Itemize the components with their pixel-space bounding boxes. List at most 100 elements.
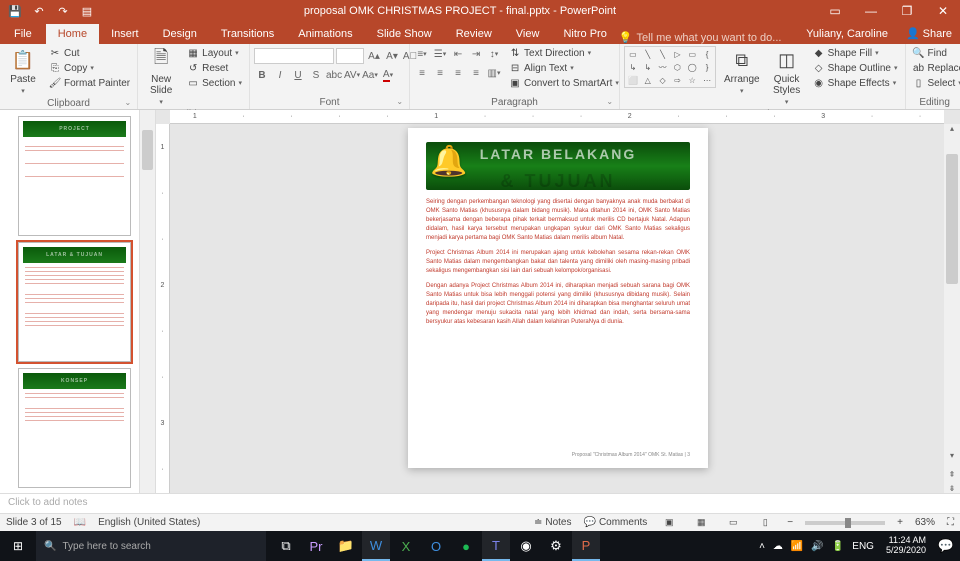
font-color-icon[interactable]: A [380, 67, 396, 83]
tab-insert[interactable]: Insert [99, 24, 151, 44]
align-text-button[interactable]: ⊟Align Text [506, 61, 622, 75]
slideshow-view-icon[interactable]: ▯ [755, 516, 775, 530]
font-size-combo[interactable] [336, 48, 364, 64]
share-button[interactable]: 👤 Share [898, 23, 960, 44]
tab-review[interactable]: Review [444, 24, 504, 44]
shape-rbrace-icon[interactable]: } [700, 61, 714, 73]
quick-styles-button[interactable]: ◫Quick Styles [768, 46, 806, 108]
tray-battery-icon[interactable]: 🔋 [832, 541, 844, 552]
redo-icon[interactable]: ↷ [56, 4, 70, 18]
horizontal-ruler[interactable]: 1····1···2···3·· [170, 110, 944, 124]
scroll-down-icon[interactable]: ▾ [944, 451, 960, 465]
group-label-clipboard[interactable]: Clipboard [4, 97, 133, 110]
slide-body-text[interactable]: Seiring dengan perkembangan teknologi ya… [426, 198, 690, 452]
file-explorer-icon[interactable]: 📁 [332, 531, 360, 561]
font-name-combo[interactable] [254, 48, 334, 64]
bold-icon[interactable]: B [254, 67, 270, 83]
start-from-beginning-icon[interactable]: ▤ [80, 4, 94, 18]
shape-lconn2-icon[interactable]: ↳ [641, 61, 655, 73]
reading-view-icon[interactable]: ▭ [723, 516, 743, 530]
shape-lbrace-icon[interactable]: { [700, 48, 714, 60]
shape-outline-button[interactable]: ◇Shape Outline [810, 61, 901, 75]
taskbar-clock[interactable]: 11:24 AM 5/29/2020 [880, 536, 932, 556]
excel-icon[interactable]: X [392, 531, 420, 561]
increase-indent-icon[interactable]: ⇥ [468, 46, 484, 62]
outlook-icon[interactable]: O [422, 531, 450, 561]
slide-editor[interactable]: 🔔 LATAR BELAKANG & TUJUAN Seiring dengan… [408, 128, 708, 468]
find-button[interactable]: 🔍Find [910, 46, 960, 60]
slide-thumb-4[interactable]: 4 KONSEP [18, 368, 131, 488]
new-slide-button[interactable]: 🗎 New Slide [142, 46, 180, 108]
tab-slideshow[interactable]: Slide Show [365, 24, 444, 44]
zoom-in-button[interactable]: + [897, 517, 903, 528]
tray-volume-icon[interactable]: 🔊 [811, 541, 823, 552]
group-label-font[interactable]: Font [254, 96, 405, 109]
columns-icon[interactable]: ▥ [486, 65, 502, 81]
shape-rect2-icon[interactable]: ▭ [685, 48, 699, 60]
system-tray[interactable]: ˄ ☁ 📶 🔊 🔋 ENG [753, 541, 880, 552]
format-painter-button[interactable]: 🖌Format Painter [46, 76, 133, 90]
powerpoint-icon[interactable]: P [572, 531, 600, 561]
slide-thumb-3[interactable]: 3 LATAR & TUJUAN [18, 242, 131, 362]
teams-icon[interactable]: T [482, 531, 510, 561]
save-icon[interactable]: 💾 [8, 4, 22, 18]
scroll-handle[interactable] [946, 154, 958, 284]
tab-transitions[interactable]: Transitions [209, 24, 286, 44]
normal-view-icon[interactable]: ▣ [659, 516, 679, 530]
align-left-icon[interactable]: ≡ [414, 65, 430, 81]
slide-counter[interactable]: Slide 3 of 15 [6, 517, 62, 528]
strike-icon[interactable]: S [308, 67, 324, 83]
spell-check-icon[interactable]: 📖 [74, 517, 86, 528]
comments-toggle[interactable]: 💬 Comments [583, 517, 647, 528]
task-view-icon[interactable]: ⧉ [272, 531, 300, 561]
start-button[interactable]: ⊞ [0, 531, 36, 561]
align-center-icon[interactable]: ≡ [432, 65, 448, 81]
smartart-button[interactable]: ▣Convert to SmartArt [506, 76, 622, 90]
zoom-value[interactable]: 63% [915, 517, 935, 528]
shape-dia-icon[interactable]: ◇ [656, 74, 670, 86]
scroll-up-icon[interactable]: ▴ [944, 124, 960, 138]
premiere-icon[interactable]: Pr [302, 531, 330, 561]
increase-font-icon[interactable]: A▴ [366, 48, 382, 64]
decrease-font-icon[interactable]: A▾ [384, 48, 400, 64]
justify-icon[interactable]: ≡ [468, 65, 484, 81]
shape-arrow2-icon[interactable]: ⇨ [671, 74, 685, 86]
slide-thumb-2[interactable]: 2 PROJECT [18, 116, 131, 236]
spotify-icon[interactable]: ● [452, 531, 480, 561]
layout-button[interactable]: ▦Layout [184, 46, 245, 60]
chrome-icon[interactable]: ◉ [512, 531, 540, 561]
shape-star-icon[interactable]: ☆ [685, 74, 699, 86]
shapes-gallery[interactable]: ▭╲╲▷▭{ ↳↳〰⬡◯} ⬜△◇⇨☆⋯ [624, 46, 716, 88]
thumb-scroll-handle[interactable] [142, 130, 153, 170]
group-label-paragraph[interactable]: Paragraph [414, 96, 615, 109]
bullets-icon[interactable]: ≡ [414, 46, 430, 62]
action-center-icon[interactable]: 💬 [932, 531, 960, 561]
shape-line2-icon[interactable]: ╲ [656, 48, 670, 60]
shadow-icon[interactable]: abc [326, 67, 342, 83]
sorter-view-icon[interactable]: ▦ [691, 516, 711, 530]
shape-hex-icon[interactable]: ⬡ [671, 61, 685, 73]
notes-pane[interactable]: Click to add notes [0, 493, 960, 513]
italic-icon[interactable]: I [272, 67, 288, 83]
vertical-ruler[interactable]: 1··2··3· [156, 124, 170, 493]
shape-rect-icon[interactable]: ▭ [626, 48, 640, 60]
language-status[interactable]: English (United States) [98, 517, 200, 528]
fit-to-window-icon[interactable]: ⛶ [947, 517, 954, 528]
canvas-scrollbar[interactable]: ▴ ▾ ⇞ ⇟ [944, 124, 960, 493]
reset-button[interactable]: ↺Reset [184, 61, 245, 75]
shape-line-icon[interactable]: ╲ [641, 48, 655, 60]
tray-onedrive-icon[interactable]: ☁ [773, 541, 783, 552]
text-direction-button[interactable]: ⇅Text Direction [506, 46, 622, 60]
shape-lconn-icon[interactable]: ↳ [626, 61, 640, 73]
zoom-slider[interactable] [805, 521, 885, 525]
thumbnail-panel[interactable]: 2 PROJECT 3 LATAR & TUJUAN 4 KONSEP [0, 110, 140, 493]
shape-curve-icon[interactable]: 〰 [656, 61, 670, 73]
settings-icon[interactable]: ⚙ [542, 531, 570, 561]
minimize-icon[interactable]: — [854, 0, 888, 22]
shape-more-icon[interactable]: ⋯ [700, 74, 714, 86]
tell-me-search[interactable]: 💡 Tell me what you want to do... [619, 31, 782, 44]
word-icon[interactable]: W [362, 531, 390, 561]
tab-nitro[interactable]: Nitro Pro [551, 24, 618, 44]
section-button[interactable]: ▭Section [184, 76, 245, 90]
tray-network-icon[interactable]: 📶 [791, 541, 803, 552]
